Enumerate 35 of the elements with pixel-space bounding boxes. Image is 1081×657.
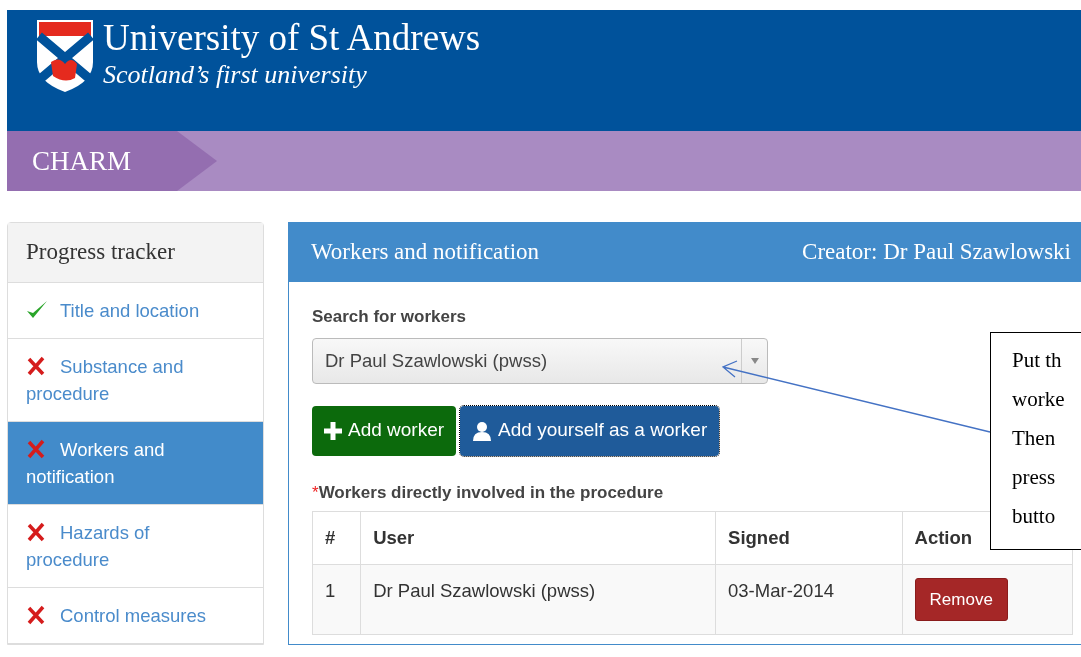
required-mark: * — [312, 482, 319, 502]
table-cell: 1 — [312, 564, 361, 635]
table-cell: Dr Paul Szawlowski (pwss) — [360, 564, 716, 635]
add-yourself-button[interactable]: Add yourself as a worker — [460, 405, 720, 456]
progress-item[interactable]: Workers and notification — [8, 422, 263, 505]
progress-item[interactable]: Control measures — [8, 588, 263, 644]
plus-icon — [324, 421, 342, 440]
callout-text: press — [1012, 464, 1057, 491]
site-title: University of St Andrews — [103, 18, 481, 58]
caret-icon — [750, 357, 759, 364]
cross-icon — [26, 605, 46, 625]
column-header: Signed — [715, 511, 903, 565]
check-icon — [26, 300, 48, 320]
app-name: CHARM — [7, 131, 217, 191]
add-worker-button[interactable]: Add worker — [312, 405, 457, 456]
cross-icon — [26, 439, 46, 459]
panel-title: Workers and notification — [311, 238, 540, 266]
remove-button[interactable]: Remove — [914, 577, 1008, 622]
callout-text: Put th — [1012, 347, 1063, 374]
callout-text: Then — [1012, 425, 1057, 452]
progress-item[interactable]: Hazards of procedure — [8, 505, 263, 588]
site-tagline: Scotland’s first university — [103, 59, 368, 91]
cross-icon — [26, 522, 46, 542]
table-title: Workers directly involved in the procedure — [318, 482, 664, 502]
creator-label: Creator: Dr Paul Szawlowski — [802, 238, 1071, 266]
search-field[interactable]: Dr Paul Szawlowski (pwss) — [312, 337, 768, 384]
field-label: Search for workers — [312, 306, 467, 328]
table-cell: 03-Mar-2014 — [715, 564, 903, 635]
cross-icon — [26, 356, 46, 376]
column-header: User — [360, 511, 716, 565]
callout-text: worke — [1012, 386, 1066, 413]
progress-title: Progress tracker — [8, 223, 263, 283]
progress-item[interactable]: Title and location — [8, 283, 263, 339]
column-header: # — [312, 511, 361, 565]
person-icon — [472, 420, 493, 441]
